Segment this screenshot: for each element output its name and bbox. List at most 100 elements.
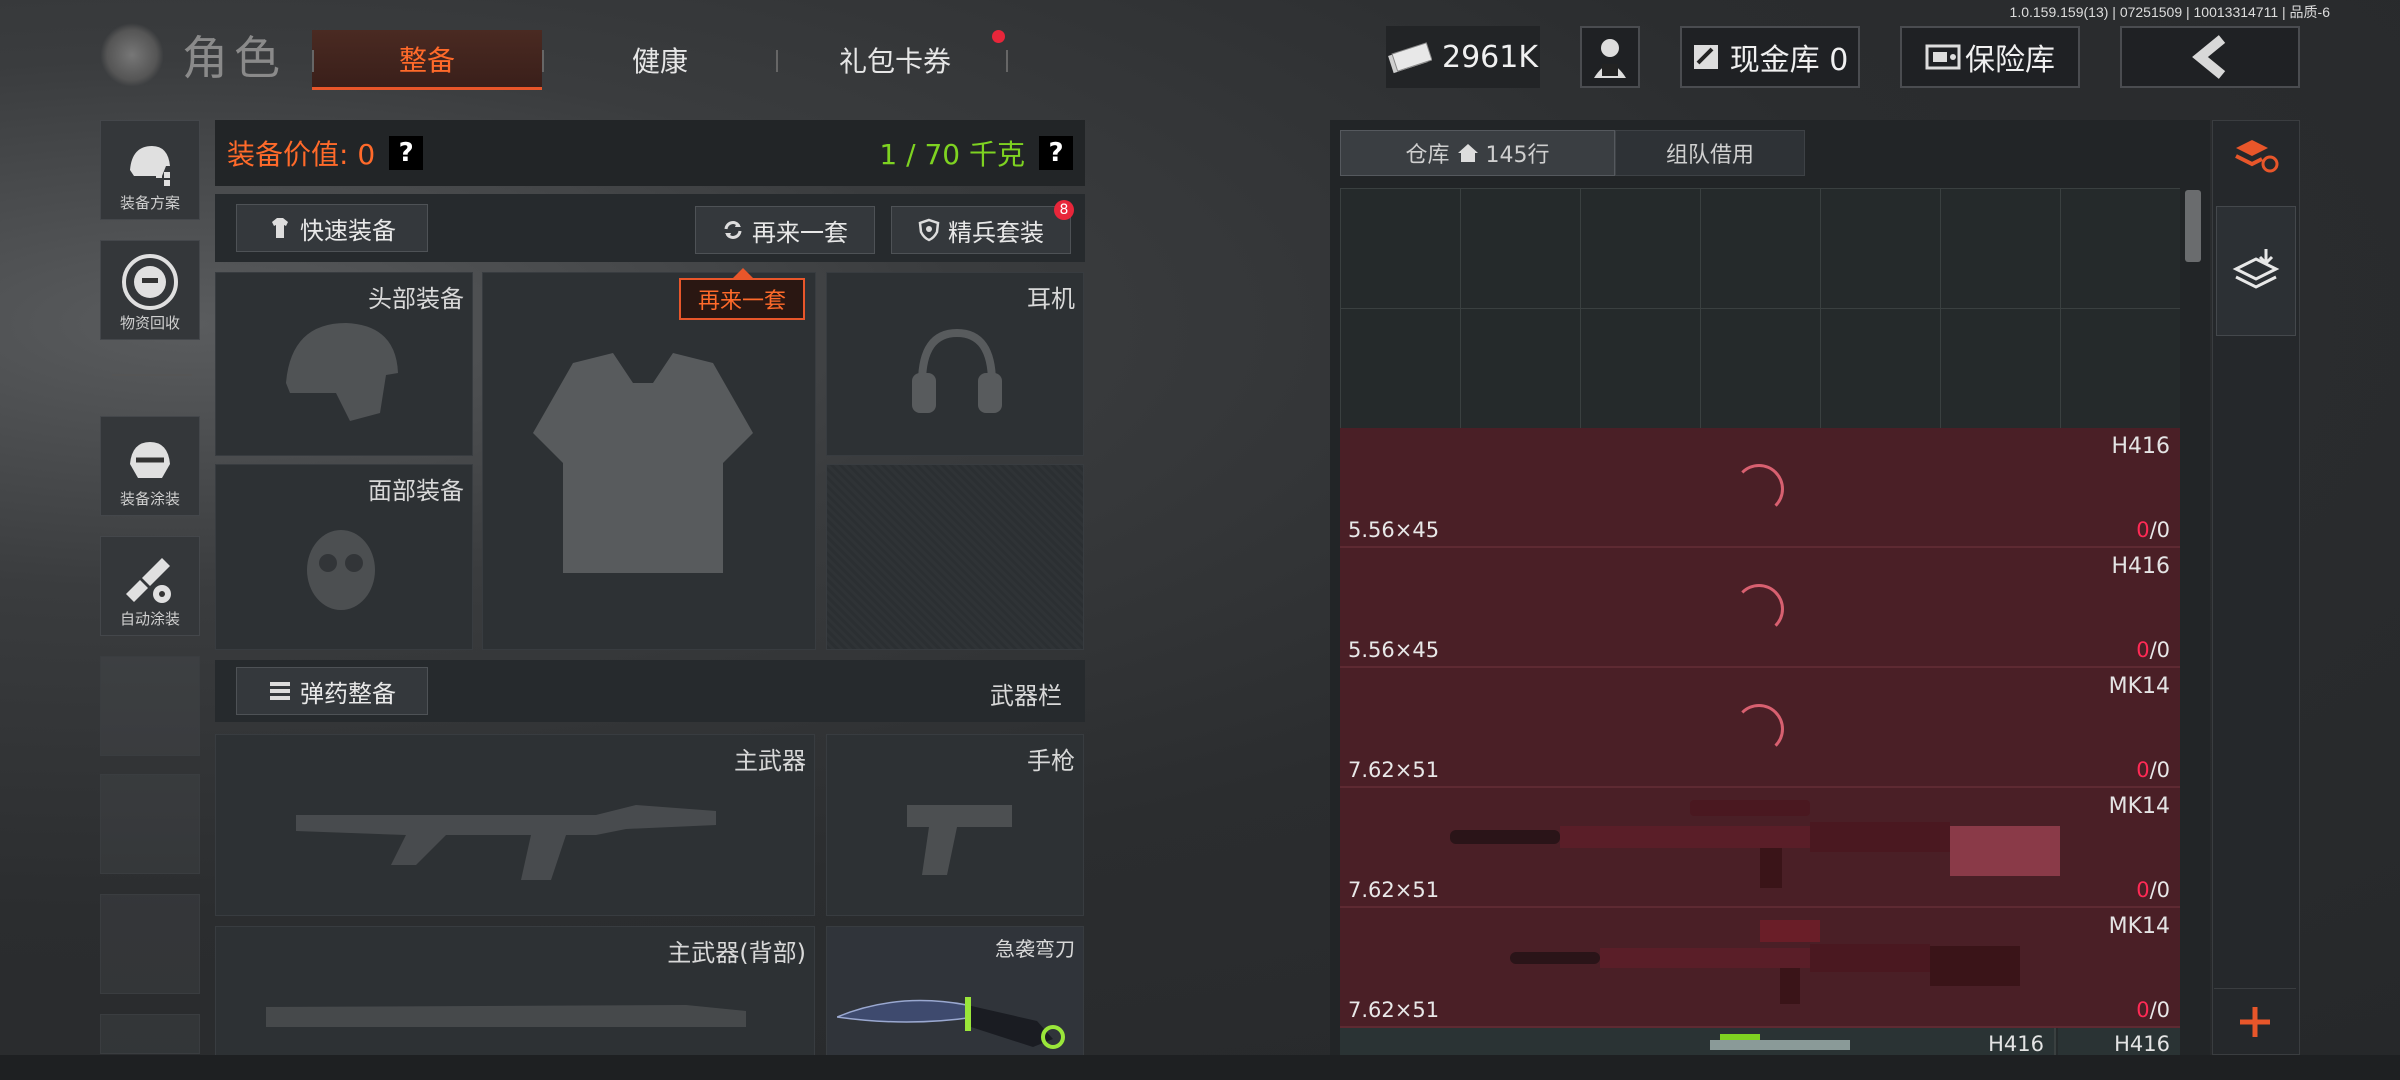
supply-recycle-button[interactable]: 物资回收 [100,240,200,340]
cash-stack-icon [1388,42,1432,74]
item-ammo-count: 0/0 [2136,518,2170,542]
warehouse-tab-label: 仓库 [1405,143,1450,168]
ammo-current: 0 [2136,998,2150,1022]
warehouse-item[interactable]: H416 5.56×45 0/0 [1340,428,2180,548]
elite-set-label: 精兵套装 [948,218,1044,247]
warehouse-item[interactable]: H416 5.56×45 0/0 [1340,548,2180,668]
karambit-knife-icon [837,997,1065,1049]
warehouse-item[interactable]: MK14 7.62×51 0/0 [1340,668,2180,788]
slot-label: 耳机 [1027,285,1075,313]
fingerprint-logo-icon [100,23,164,87]
stack-download-button[interactable] [2216,206,2296,336]
item-caliber: 5.56×45 [1348,518,1440,542]
slot-melee[interactable]: 急袭弯刀 [826,926,1084,1056]
tab-team-borrow[interactable]: 组队借用 [1615,130,1805,176]
tab-gift-cards[interactable]: 礼包卡券 [800,30,990,90]
h416-rifle-icon [1710,1034,1850,1050]
ammo-prep-button[interactable]: 弹药整备 [236,667,428,715]
brush-gear-icon [126,558,171,603]
loading-spinner-icon [1734,584,1784,634]
weight-help-button[interactable]: ? [1039,136,1073,170]
item-caliber: 5.56×45 [1348,638,1440,662]
headset-silhouette-icon [912,328,1002,413]
item-caliber: 7.62×51 [1348,998,1440,1022]
slot-face[interactable]: 面部装备 [215,464,473,650]
again-set-label: 再来一套 [752,218,848,247]
slot-label: 主武器(背部) [667,939,806,967]
item-caliber: 7.62×51 [1348,758,1440,782]
mk14-rifle-icon [1510,920,2020,1004]
warehouse-grid[interactable]: H416 5.56×45 0/0 H416 5.56×45 0/0 MK14 7… [1340,188,2180,1055]
item-name: H416 [2114,1032,2170,1055]
sidebar-divider [112,374,192,376]
ammo-current: 0 [2136,758,2150,782]
back-arrow-icon [2192,35,2226,79]
warehouse-item[interactable]: MK14 7.62×51 0/0 [1340,788,2180,908]
tab-label: 健康 [631,45,688,78]
slot-primary-weapon[interactable]: 主武器 [215,734,815,916]
tab-divider [542,50,544,72]
tab-health[interactable]: 健康 [580,30,740,90]
ammo-list-icon [270,682,290,700]
tab-divider [776,50,778,72]
slot-armor[interactable] [482,272,816,650]
tab-divider [1006,50,1008,72]
slot-label: 急袭弯刀 [995,937,1075,961]
elite-set-button[interactable]: 精兵套装 [891,206,1071,254]
ammo-max: /0 [2149,758,2170,782]
cash-vault-icon [1693,45,1718,69]
currency-display[interactable]: 2961K [1386,26,1540,88]
plus-icon [2240,1006,2270,1037]
operator-button[interactable] [1580,26,1640,88]
mk14-rifle-icon [1450,800,2060,888]
ammo-max: /0 [2149,878,2170,902]
warehouse-item[interactable]: MK14 7.62×51 0/0 [1340,908,2180,1028]
tab-label: 整备 [398,43,455,77]
auto-paint-button[interactable]: 自动涂装 [100,536,200,636]
ammo-max: /0 [2149,998,2170,1022]
empty-grid-cells [1340,188,2180,428]
tab-divider [312,50,314,72]
item-name: MK14 [2108,674,2170,699]
cash-vault-button[interactable]: 现金库 0 [1680,26,1860,88]
sort-warehouse-button[interactable] [2220,126,2292,186]
tab-equip[interactable]: 整备 [312,30,542,90]
warehouse-item-partial[interactable]: H416 [2058,1028,2180,1055]
warehouse-scrollbar[interactable] [2185,190,2201,262]
item-name: H416 [2111,554,2170,579]
vest-silhouette-icon [533,353,753,573]
equip-weight: 1 / 70 千克 [879,138,1025,171]
shield-icon [918,218,940,242]
item-name: H416 [1988,1032,2044,1055]
safe-vault-label: 保险库 [1965,43,2055,78]
layers-download-icon [2232,249,2280,289]
again-set-button[interactable]: 再来一套 [695,206,875,254]
empty-sidebar-slot [100,656,200,756]
empty-sidebar-slot [100,774,200,874]
safe-vault-button[interactable]: 保险库 [1900,26,2080,88]
slot-head[interactable]: 头部装备 [215,272,473,456]
home-icon [1457,144,1478,162]
ammo-current: 0 [2136,638,2150,662]
slot-pistol[interactable]: 手枪 [826,734,1084,916]
again-set-tooltip: 再来一套 [679,268,805,320]
rifle-silhouette-icon [296,805,716,880]
quick-equip-button[interactable]: 快速装备 [236,204,428,252]
helmet-gear-icon [130,146,170,186]
slot-headset[interactable]: 耳机 [826,272,1084,456]
equip-plan-button[interactable]: 装备方案 [100,120,200,220]
warehouse-item-partial[interactable]: H416 [1340,1028,2056,1055]
item-caliber: 7.62×51 [1348,878,1440,902]
slot-primary-back[interactable]: 主武器(背部) [215,926,815,1056]
currency-amount: 2961K [1441,39,1539,75]
add-row-button[interactable] [2214,988,2296,1054]
weapon-bar-label: 武器栏 [990,682,1062,710]
sidebar-label: 物资回收 [119,314,180,332]
notification-dot [992,30,1005,43]
equip-paint-button[interactable]: 装备涂装 [100,416,200,516]
back-button[interactable] [2120,26,2300,88]
equip-value-help-button[interactable]: ? [389,136,424,170]
empty-sidebar-slot [100,894,200,994]
ammo-current: 0 [2136,878,2150,902]
tab-warehouse[interactable]: 仓库 145行 [1340,130,1615,176]
